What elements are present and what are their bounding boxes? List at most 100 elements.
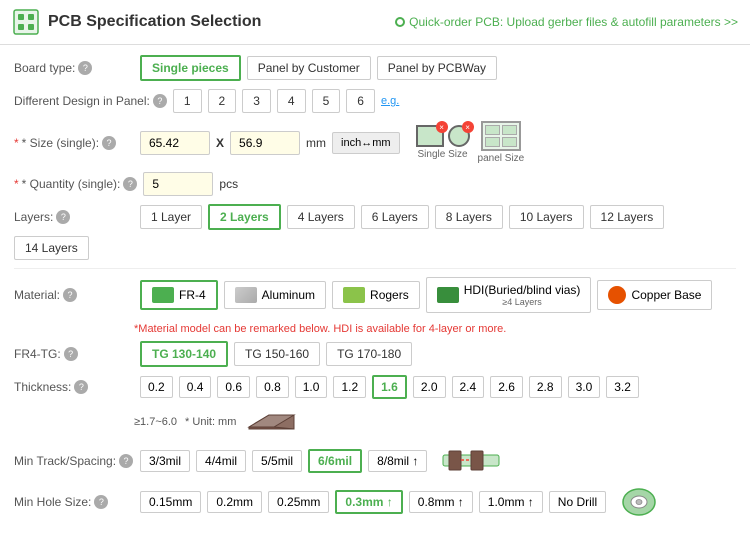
layer-10[interactable]: 10 Layers bbox=[509, 205, 584, 229]
design-3[interactable]: 3 bbox=[242, 89, 271, 113]
min-hole-row: Min Hole Size: ? 0.15mm 0.2mm 0.25mm 0.3… bbox=[14, 486, 736, 518]
copper-icon bbox=[608, 286, 626, 304]
thick-0.4[interactable]: 0.4 bbox=[179, 376, 212, 398]
fr4tg-row: FR4-TG: ? TG 130-140 TG 150-160 TG 170-1… bbox=[14, 341, 736, 367]
layer-8[interactable]: 8 Layers bbox=[435, 205, 503, 229]
thick-0.6[interactable]: 0.6 bbox=[217, 376, 250, 398]
material-help[interactable]: ? bbox=[63, 288, 77, 302]
quick-order-text[interactable]: Quick-order PCB: Upload gerber files & a… bbox=[409, 15, 738, 29]
quantity-unit: pcs bbox=[219, 177, 238, 191]
material-hdi[interactable]: HDI(Buried/blind vias) ≥4 Layers bbox=[426, 277, 592, 313]
fr4tg-help[interactable]: ? bbox=[64, 347, 78, 361]
hole-0.15[interactable]: 0.15mm bbox=[140, 491, 201, 513]
pcb-icon bbox=[12, 8, 40, 36]
layers-label: Layers: ? bbox=[14, 210, 134, 224]
layer-12[interactable]: 12 Layers bbox=[590, 205, 665, 229]
quantity-row: * * Quantity (single): ? pcs bbox=[14, 172, 736, 196]
thick-2.0[interactable]: 2.0 bbox=[413, 376, 446, 398]
tg-150-160[interactable]: TG 150-160 bbox=[234, 342, 320, 366]
min-hole-help[interactable]: ? bbox=[94, 495, 108, 509]
layer-2[interactable]: 2 Layers bbox=[208, 204, 281, 230]
design-6[interactable]: 6 bbox=[346, 89, 375, 113]
tg-130-140[interactable]: TG 130-140 bbox=[140, 341, 228, 367]
page-title: PCB Specification Selection bbox=[48, 13, 261, 31]
track-8-8[interactable]: 8/8mil ↑ bbox=[368, 450, 427, 472]
layers-help[interactable]: ? bbox=[56, 210, 70, 224]
track-visual bbox=[441, 443, 501, 478]
thick-1.2[interactable]: 1.2 bbox=[333, 376, 366, 398]
design-4[interactable]: 4 bbox=[277, 89, 306, 113]
material-note: *Material model can be remarked below. H… bbox=[134, 321, 736, 335]
board-type-panel-pcbway[interactable]: Panel by PCBWay bbox=[377, 56, 497, 80]
thickness-label: Thickness: ? bbox=[14, 380, 134, 394]
size-images: × × Single Size panel Size bbox=[416, 121, 525, 164]
hdi-sublabel: ≥4 Layers bbox=[464, 297, 581, 307]
board-type-label: Board type: ? bbox=[14, 61, 134, 75]
thick-2.4[interactable]: 2.4 bbox=[452, 376, 485, 398]
thick-2.6[interactable]: 2.6 bbox=[490, 376, 523, 398]
thick-0.8[interactable]: 0.8 bbox=[256, 376, 289, 398]
track-6-6[interactable]: 6/6mil bbox=[308, 449, 362, 473]
hole-1.0[interactable]: 1.0mm ↑ bbox=[479, 491, 543, 513]
size-row: * * Size (single): ? X mm inch↔mm × × Si… bbox=[14, 121, 736, 164]
hole-0.2[interactable]: 0.2mm bbox=[207, 491, 262, 513]
size-help[interactable]: ? bbox=[102, 136, 116, 150]
quantity-input[interactable] bbox=[143, 172, 213, 196]
size-height-input[interactable] bbox=[230, 131, 300, 155]
design-2[interactable]: 2 bbox=[208, 89, 237, 113]
size-label: * * Size (single): ? bbox=[14, 136, 134, 150]
quick-order-circle bbox=[395, 17, 405, 27]
rogers-label: Rogers bbox=[370, 288, 409, 302]
board-type-help[interactable]: ? bbox=[78, 61, 92, 75]
divider-1 bbox=[14, 268, 736, 269]
design-1[interactable]: 1 bbox=[173, 89, 202, 113]
thick-3.0[interactable]: 3.0 bbox=[568, 376, 601, 398]
track-5-5[interactable]: 5/5mil bbox=[252, 450, 302, 472]
hole-0.25[interactable]: 0.25mm bbox=[268, 491, 329, 513]
fr4tg-label: FR4-TG: ? bbox=[14, 347, 134, 361]
material-copper[interactable]: Copper Base bbox=[597, 280, 712, 310]
size-width-input[interactable] bbox=[140, 131, 210, 155]
thick-1.0[interactable]: 1.0 bbox=[295, 376, 328, 398]
min-track-help[interactable]: ? bbox=[119, 454, 133, 468]
thick-2.8[interactable]: 2.8 bbox=[529, 376, 562, 398]
aluminum-label: Aluminum bbox=[262, 288, 315, 302]
board-type-single[interactable]: Single pieces bbox=[140, 55, 241, 81]
material-fr4[interactable]: FR-4 bbox=[140, 280, 218, 310]
different-design-label: Different Design in Panel: ? bbox=[14, 94, 167, 108]
track-4-4[interactable]: 4/4mil bbox=[196, 450, 246, 472]
hole-0.8[interactable]: 0.8mm ↑ bbox=[409, 491, 473, 513]
hole-no-drill[interactable]: No Drill bbox=[549, 491, 606, 513]
track-3-3[interactable]: 3/3mil bbox=[140, 450, 190, 472]
layer-14[interactable]: 14 Layers bbox=[14, 236, 89, 260]
material-rogers[interactable]: Rogers bbox=[332, 281, 420, 309]
quick-order[interactable]: Quick-order PCB: Upload gerber files & a… bbox=[395, 15, 738, 29]
min-track-row: Min Track/Spacing: ? 3/3mil 4/4mil 5/5mi… bbox=[14, 443, 736, 478]
eg-link[interactable]: e.g. bbox=[381, 95, 399, 107]
thick-3.2[interactable]: 3.2 bbox=[606, 376, 639, 398]
unit-toggle[interactable]: inch↔mm bbox=[332, 132, 400, 154]
panel-size-box: panel Size bbox=[478, 121, 525, 164]
single-circle: × bbox=[448, 125, 470, 147]
design-5[interactable]: 5 bbox=[312, 89, 341, 113]
board-type-panel-customer[interactable]: Panel by Customer bbox=[247, 56, 371, 80]
header-left: PCB Specification Selection bbox=[12, 8, 261, 36]
hole-0.3[interactable]: 0.3mm ↑ bbox=[335, 490, 402, 514]
min-track-label: Min Track/Spacing: ? bbox=[14, 454, 134, 468]
tg-170-180[interactable]: TG 170-180 bbox=[326, 342, 412, 366]
layer-1[interactable]: 1 Layer bbox=[140, 205, 202, 229]
different-design-help[interactable]: ? bbox=[153, 94, 167, 108]
quantity-help[interactable]: ? bbox=[123, 177, 137, 191]
layer-6[interactable]: 6 Layers bbox=[361, 205, 429, 229]
material-aluminum[interactable]: Aluminum bbox=[224, 281, 326, 309]
header: PCB Specification Selection Quick-order … bbox=[0, 0, 750, 45]
thick-1.6[interactable]: 1.6 bbox=[372, 375, 407, 399]
fr4-label: FR-4 bbox=[179, 288, 206, 302]
thickness-help[interactable]: ? bbox=[74, 380, 88, 394]
material-label: Material: ? bbox=[14, 288, 134, 302]
hdi-icon bbox=[437, 287, 459, 303]
layer-4[interactable]: 4 Layers bbox=[287, 205, 355, 229]
thickness-section: Thickness: ? 0.2 0.4 0.6 0.8 1.0 1.2 1.6… bbox=[14, 375, 736, 437]
x-mark-rect: × bbox=[436, 121, 448, 133]
thick-0.2[interactable]: 0.2 bbox=[140, 376, 173, 398]
